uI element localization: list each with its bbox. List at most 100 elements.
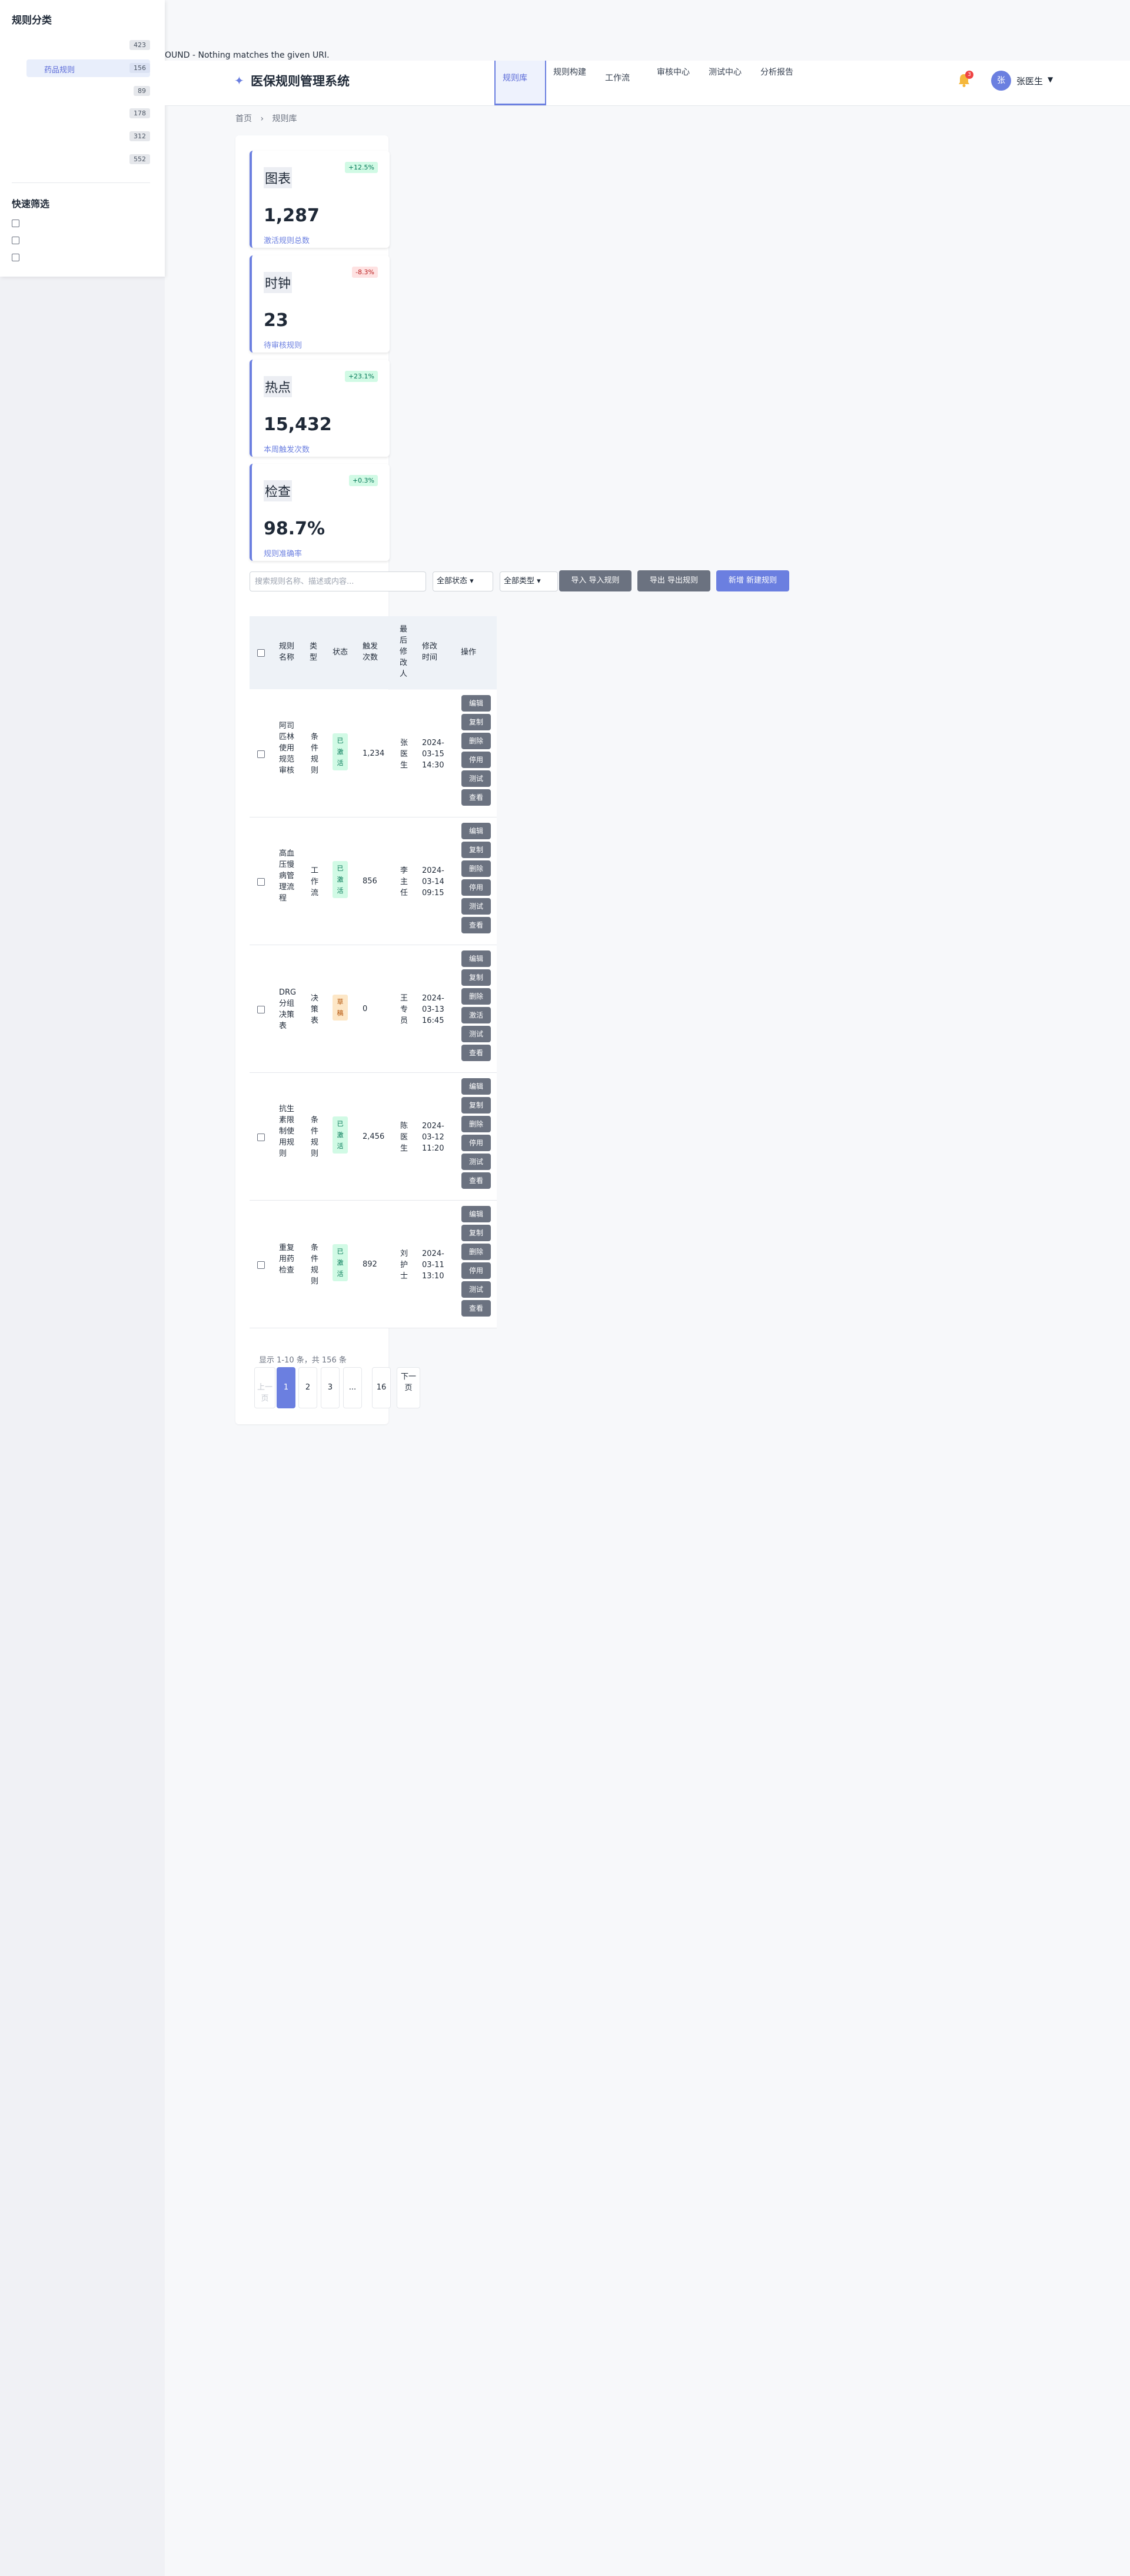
disable-button[interactable]: 停用	[461, 1135, 491, 1151]
rule-name[interactable]: 重复用药检查	[279, 1242, 298, 1276]
page-button-1[interactable]: 1	[277, 1367, 295, 1408]
copy-button[interactable]: 复制	[461, 1097, 491, 1114]
modified-time: 2024-03-11 13:10	[422, 1249, 444, 1281]
nav-workflow[interactable]: 工作流	[598, 61, 650, 105]
nav-analysis-report[interactable]: 分析报告	[753, 61, 805, 105]
nav-test-center[interactable]: 测试中心	[702, 61, 753, 105]
type-select[interactable]: 全部类型 ▾	[500, 571, 558, 591]
modified-time: 2024-03-12 11:20	[422, 1122, 444, 1153]
row-checkbox[interactable]	[257, 1006, 265, 1013]
delete-button[interactable]: 删除	[461, 1116, 491, 1132]
category-item[interactable]: 423	[26, 36, 150, 54]
page-button-2[interactable]: 2	[298, 1367, 317, 1408]
quick-filter-checkbox[interactable]	[12, 237, 19, 244]
disable-button[interactable]: 停用	[461, 879, 491, 896]
type-select-value: 全部类型	[504, 577, 535, 586]
status-select-value: 全部状态	[437, 577, 468, 586]
edit-button[interactable]: 编辑	[461, 1078, 491, 1095]
table-row: 重复用药检查 条件规则 已激活 892 刘护士 2024-03-11 13:10…	[250, 1201, 497, 1328]
status-badge: 已激活	[333, 861, 348, 898]
delete-button[interactable]: 删除	[461, 988, 491, 1005]
stat-change: +0.3%	[348, 475, 378, 486]
test-button[interactable]: 测试	[461, 770, 491, 787]
delete-button[interactable]: 删除	[461, 733, 491, 749]
view-button[interactable]: 查看	[461, 1172, 491, 1189]
export-button[interactable]: 导出 导出规则	[637, 570, 710, 591]
col-triggers: 触发次数	[363, 642, 378, 662]
clock-icon: 时钟	[264, 272, 293, 293]
test-button[interactable]: 测试	[461, 1281, 491, 1298]
category-item-drug-rules[interactable]: 药品规则 156	[26, 59, 150, 77]
stat-card-weekly-triggers: 热点 +23.1% 15,432 本周触发次数	[250, 360, 390, 457]
select-all-checkbox[interactable]	[257, 649, 265, 657]
copy-button[interactable]: 复制	[461, 1225, 491, 1241]
trigger-count: 892	[363, 1260, 377, 1269]
table-row: 高血压慢病管理流程 工作流 已激活 856 李主任 2024-03-14 09:…	[250, 817, 497, 945]
status-badge: 已激活	[333, 1116, 348, 1154]
edit-button[interactable]: 编辑	[461, 823, 491, 839]
category-item[interactable]: 89	[26, 82, 150, 100]
new-rule-button[interactable]: 新增 新建规则	[716, 570, 789, 591]
nav-rule-builder[interactable]: 规则构建	[546, 61, 598, 105]
col-actions: 操作	[461, 648, 477, 657]
view-button[interactable]: 查看	[461, 1045, 491, 1061]
quick-filter-checkbox[interactable]	[12, 220, 19, 227]
category-item[interactable]: 552	[26, 151, 150, 168]
copy-button[interactable]: 复制	[461, 969, 491, 986]
rule-name[interactable]: 高血压慢病管理流程	[279, 848, 298, 904]
trigger-count: 2,456	[363, 1132, 385, 1141]
view-button[interactable]: 查看	[461, 917, 491, 933]
edit-button[interactable]: 编辑	[461, 1206, 491, 1222]
editor-name: 李主任	[400, 866, 408, 898]
test-button[interactable]: 测试	[461, 1154, 491, 1170]
rule-name[interactable]: 抗生素限制使用规则	[279, 1103, 298, 1159]
category-item[interactable]: 178	[26, 105, 150, 122]
status-badge: 已激活	[333, 733, 348, 770]
search-input[interactable]	[250, 571, 426, 591]
sidebar-panel: 规则分类 423 药品规则 156 89 178 312 552 快速筛选	[0, 0, 165, 277]
delete-button[interactable]: 删除	[461, 860, 491, 877]
stat-label: 规则准确率	[264, 550, 303, 559]
import-button[interactable]: 导入 导入规则	[559, 570, 632, 591]
test-button[interactable]: 测试	[461, 898, 491, 915]
test-button[interactable]: 测试	[461, 1026, 491, 1042]
row-checkbox[interactable]	[257, 1261, 265, 1269]
stat-card-active-rules: 图表 +12.5% 1,287 激活规则总数	[250, 151, 390, 248]
chart-icon: 图表	[264, 167, 293, 188]
quick-filter-checkbox[interactable]	[12, 254, 19, 261]
breadcrumb-home[interactable]: 首页	[235, 114, 252, 124]
stat-label: 待审核规则	[264, 341, 303, 350]
avatar[interactable]: 张	[991, 71, 1011, 91]
nav-rule-library[interactable]: 规则库	[494, 61, 546, 105]
chevron-down-icon: ▾	[470, 577, 474, 586]
edit-button[interactable]: 编辑	[461, 695, 491, 712]
chevron-down-icon[interactable]: ▼	[1048, 75, 1053, 84]
page-button-16[interactable]: 16	[372, 1367, 391, 1408]
disable-button[interactable]: 停用	[461, 1262, 491, 1279]
category-item[interactable]: 312	[26, 128, 150, 145]
next-page-button[interactable]: 下一页	[397, 1367, 420, 1408]
table-row: DRG分组决策表 决策表 草稿 0 王专员 2024-03-13 16:45 编…	[250, 945, 497, 1073]
row-checkbox[interactable]	[257, 750, 265, 758]
category-title: 规则分类	[12, 15, 52, 26]
nav-review-center[interactable]: 审核中心	[650, 61, 702, 105]
sidebar: 规则分类 423 药品规则 156 89 178 312 552 快速筛选	[0, 0, 165, 2576]
copy-button[interactable]: 复制	[461, 842, 491, 858]
view-button[interactable]: 查看	[461, 789, 491, 806]
edit-button[interactable]: 编辑	[461, 950, 491, 967]
page-button-3[interactable]: 3	[321, 1367, 340, 1408]
user-name[interactable]: 张医生	[1016, 75, 1043, 87]
rule-name[interactable]: DRG分组决策表	[279, 987, 298, 1032]
disable-button[interactable]: 停用	[461, 752, 491, 768]
delete-button[interactable]: 删除	[461, 1244, 491, 1260]
status-select[interactable]: 全部状态 ▾	[433, 571, 493, 591]
prev-page-button[interactable]: 上一页	[254, 1367, 275, 1408]
category-label: 药品规则	[44, 66, 75, 75]
stat-card-pending-review: 时钟 -8.3% 23 待审核规则	[250, 255, 390, 353]
row-checkbox[interactable]	[257, 878, 265, 886]
row-checkbox[interactable]	[257, 1134, 265, 1141]
rule-name[interactable]: 阿司匹林使用规范审核	[279, 720, 298, 776]
view-button[interactable]: 查看	[461, 1300, 491, 1317]
copy-button[interactable]: 复制	[461, 714, 491, 730]
activate-button[interactable]: 激活	[461, 1007, 491, 1023]
